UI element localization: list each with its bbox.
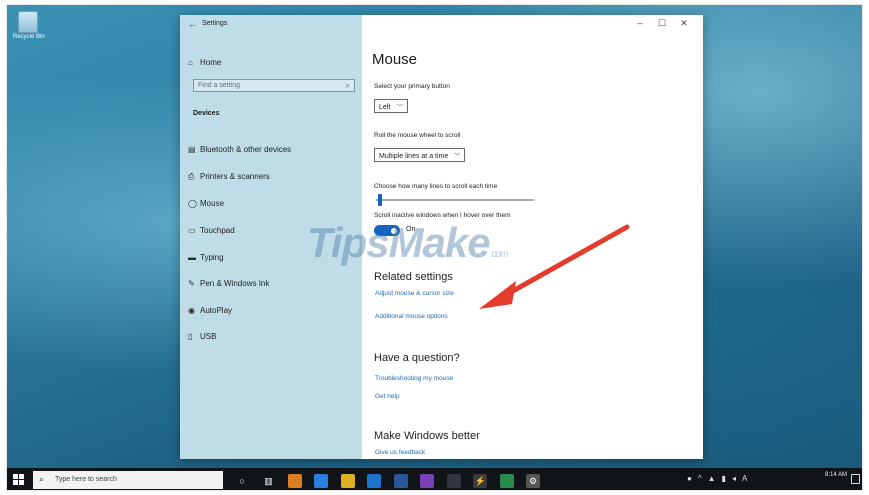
taskbar-search-box[interactable]: ⌕ Type here to search (33, 471, 223, 489)
store-icon[interactable] (367, 473, 382, 488)
lightning-app-icon[interactable]: ⚡ (473, 473, 488, 488)
arrow-shaft (501, 224, 630, 299)
photoshop-icon[interactable] (446, 473, 461, 488)
taskbar-apps: ○ ▥ ⚡ ⚙ (235, 472, 548, 488)
battery-icon[interactable]: ▮ (722, 474, 726, 483)
taskbar-search-placeholder: Type here to search (55, 476, 117, 483)
task-view-icon[interactable]: ▥ (261, 474, 275, 488)
volume-icon[interactable]: ◂ (732, 474, 736, 483)
taskbar: ⌕ Type here to search ○ ▥ ⚡ ⚙ ● ^ ▲ ▮ ◂ A 8:1… (7, 468, 862, 490)
chevron-up-icon[interactable]: ^ (698, 474, 702, 483)
onenote-icon[interactable] (420, 473, 435, 488)
annotation-arrow (479, 224, 630, 309)
people-icon[interactable]: ● (687, 474, 692, 483)
clock-time: 8:14 AM (825, 472, 848, 478)
arrow-head (479, 281, 516, 309)
network-icon[interactable]: ▲ (708, 474, 716, 483)
screenshot-frame: Recycle Bin ← Settings ⌂ Home Find a sett… (6, 4, 863, 491)
file-explorer-icon[interactable] (340, 473, 355, 488)
word-icon[interactable] (393, 473, 408, 488)
browser-icon[interactable] (314, 473, 329, 488)
windows-start-icon[interactable] (13, 474, 25, 486)
system-tray: ● ^ ▲ ▮ ◂ A (687, 474, 753, 483)
taskbar-clock[interactable]: 8:14 AM (825, 471, 847, 479)
search-icon: ⌕ (39, 474, 45, 484)
settings-gear-icon[interactable]: ⚙ (525, 473, 540, 488)
notification-icon[interactable] (851, 474, 860, 484)
app-icon[interactable] (287, 473, 302, 488)
cortana-icon[interactable]: ○ (235, 474, 249, 488)
ime-icon[interactable]: A (742, 474, 747, 483)
security-icon[interactable] (499, 473, 514, 488)
